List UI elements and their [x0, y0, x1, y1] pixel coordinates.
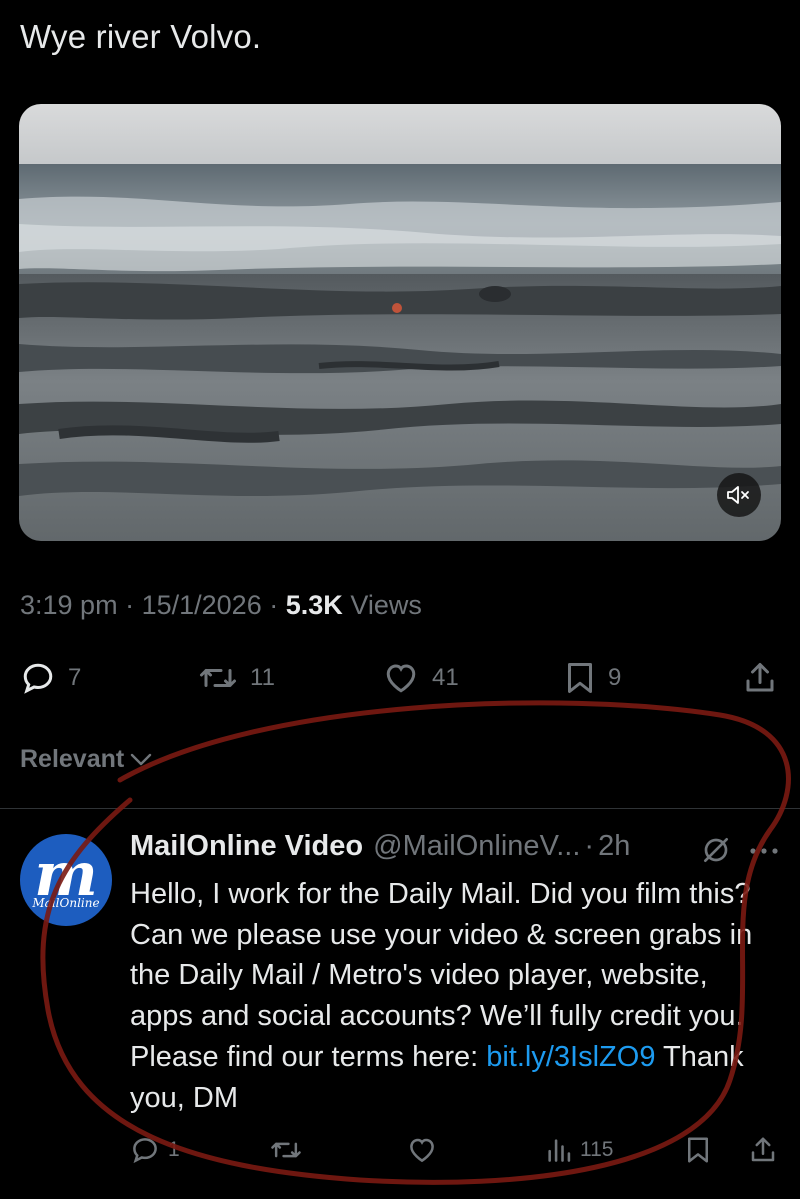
reply-bookmark-button[interactable] [684, 1130, 712, 1170]
reply-views-button[interactable]: 115 [546, 1130, 613, 1170]
reply-actions: 1 115 [0, 1130, 800, 1170]
reply-author-name[interactable]: MailOnline Video [130, 830, 363, 863]
reply-views-count: 115 [580, 1138, 614, 1161]
reply-header: MailOnline Video @MailOnlineV... · 2h [130, 830, 630, 863]
reply-repost-button[interactable] [270, 1130, 302, 1170]
speaker-muted-icon [727, 486, 749, 504]
like-count: 41 [432, 664, 459, 691]
reply-share-button[interactable] [748, 1130, 778, 1170]
avatar[interactable]: m MailOnline [20, 834, 112, 926]
mute-button[interactable] [717, 473, 761, 517]
reply-author-handle[interactable]: @MailOnlineV... [373, 830, 580, 863]
reply-sort-label: Relevant [20, 745, 125, 773]
reply-reply-count: 1 [168, 1138, 180, 1161]
avatar-logo-brand: MailOnline [32, 896, 100, 910]
share-icon [746, 663, 774, 692]
more-icon[interactable] [748, 846, 780, 856]
chevron-down-icon [131, 753, 152, 765]
views-label: Views [350, 590, 422, 620]
bookmark-count: 9 [608, 664, 622, 691]
repost-icon [271, 1142, 301, 1158]
like-button[interactable]: 41 [382, 655, 459, 701]
meta-separator: · [269, 590, 279, 620]
reply-icon [23, 663, 53, 694]
video-player[interactable] [19, 104, 781, 541]
heart-icon [410, 1138, 434, 1163]
tweet-text: Wye river Volvo. [20, 18, 262, 55]
reply-button[interactable]: 7 [20, 655, 81, 701]
repost-button[interactable]: 11 [198, 655, 275, 701]
reply-text: Hello, I work for the Daily Mail. Did yo… [130, 874, 770, 1118]
share-icon [751, 1137, 775, 1162]
share-button[interactable] [742, 655, 778, 701]
bookmark-icon [688, 1137, 708, 1163]
tweet-meta: 3:19 pm · 15/1/2026 · 5.3K Views [20, 590, 422, 621]
reply-count: 7 [68, 664, 82, 691]
reply-like-button[interactable] [406, 1130, 438, 1170]
reply-reply-button[interactable]: 1 [130, 1130, 180, 1170]
tweet-actions: 7 11 41 9 [0, 655, 800, 701]
grok-icon[interactable] [700, 834, 732, 866]
video-frame [19, 104, 781, 541]
tweet-date[interactable]: 15/1/2026 [142, 590, 262, 620]
bookmark-button[interactable]: 9 [564, 655, 621, 701]
reply-sort-dropdown[interactable]: Relevant [20, 745, 152, 774]
reply-icon [133, 1138, 157, 1164]
views-count: 5.3K [285, 590, 343, 620]
heart-icon [386, 664, 416, 693]
bookmark-icon [568, 663, 592, 693]
analytics-icon [548, 1139, 571, 1162]
repost-count: 11 [250, 664, 275, 691]
divider [0, 808, 800, 809]
header-separator: · [584, 830, 595, 862]
repost-icon [200, 669, 236, 687]
reply-link[interactable]: bit.ly/3IslZO9 [486, 1041, 655, 1073]
meta-separator: · [125, 590, 135, 620]
tweet-time[interactable]: 3:19 pm [20, 590, 118, 620]
reply-time[interactable]: 2h [598, 830, 630, 863]
